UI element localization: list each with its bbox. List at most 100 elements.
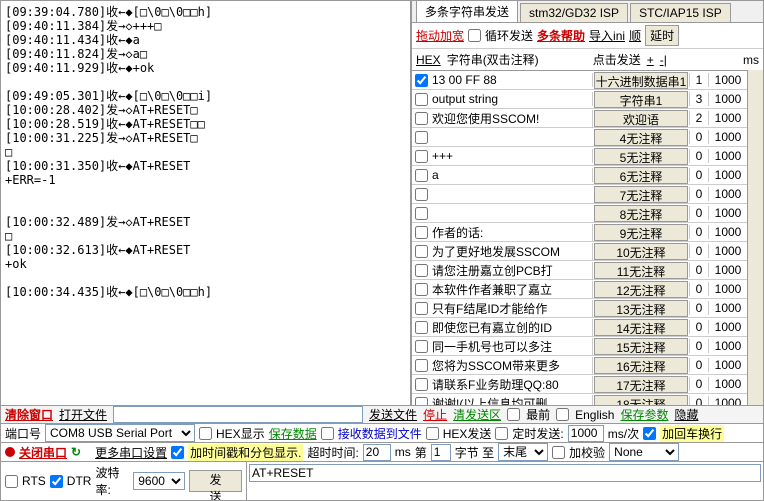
tab-stm32[interactable]: stm32/GD32 ISP: [520, 3, 628, 22]
row-ms[interactable]: 1000: [709, 73, 747, 87]
row-text[interactable]: 即使您已有嘉立创的ID: [430, 319, 593, 336]
command-input[interactable]: [249, 464, 761, 482]
more-settings[interactable]: 更多串口设置: [95, 444, 167, 461]
row-order[interactable]: 0: [689, 339, 709, 353]
send-file[interactable]: 发送文件: [369, 406, 417, 423]
row-order[interactable]: 0: [689, 377, 709, 391]
row-order[interactable]: 0: [689, 396, 709, 405]
row-text[interactable]: 本软件作者兼职了嘉立: [430, 281, 593, 298]
row-text[interactable]: 请联系F业务助理QQ:80: [430, 376, 593, 393]
hexshow-chk[interactable]: [199, 427, 212, 440]
import-ini[interactable]: 导入ini: [589, 27, 625, 44]
end-combo[interactable]: 末尾: [498, 443, 548, 461]
row-ms[interactable]: 1000: [709, 187, 747, 201]
row-order[interactable]: 0: [689, 149, 709, 163]
minus-btn[interactable]: -|: [660, 53, 667, 67]
row-order[interactable]: 2: [689, 111, 709, 125]
row-hex-chk[interactable]: [415, 131, 428, 144]
baud-combo[interactable]: 9600: [133, 472, 185, 490]
row-send-button[interactable]: 4无注释: [594, 129, 688, 146]
recvfile-chk[interactable]: [321, 427, 334, 440]
row-send-button[interactable]: 17无注释: [594, 376, 688, 393]
hide-btn[interactable]: 隐藏: [674, 406, 698, 423]
refresh-icon[interactable]: ↻: [71, 445, 81, 459]
row-ms[interactable]: 1000: [709, 130, 747, 144]
row-hex-chk[interactable]: [415, 207, 428, 220]
row-send-button[interactable]: 欢迎语: [594, 110, 688, 127]
row-ms[interactable]: 1000: [709, 396, 747, 405]
row-send-button[interactable]: 14无注释: [594, 319, 688, 336]
row-order[interactable]: 0: [689, 244, 709, 258]
multi-help[interactable]: 多条帮助: [537, 27, 585, 44]
row-send-button[interactable]: 16无注释: [594, 357, 688, 374]
drag-widen[interactable]: 拖动加宽: [416, 27, 464, 44]
row-text[interactable]: 为了更好地发展SSCOM: [430, 243, 593, 260]
row-order[interactable]: 0: [689, 320, 709, 334]
timestamp-chk[interactable]: [171, 446, 184, 459]
close-port[interactable]: 关闭串口: [19, 444, 67, 461]
row-order[interactable]: 0: [689, 263, 709, 277]
stop-btn[interactable]: 停止: [423, 406, 447, 423]
row-text[interactable]: 请您注册嘉立创PCB打: [430, 262, 593, 279]
row-text[interactable]: output string: [430, 92, 593, 106]
english-chk[interactable]: [556, 408, 569, 421]
row-send-button[interactable]: 7无注释: [594, 186, 688, 203]
crlf-chk[interactable]: [643, 427, 656, 440]
row-ms[interactable]: 1000: [709, 358, 747, 372]
row-ms[interactable]: 1000: [709, 92, 747, 106]
row-hex-chk[interactable]: [415, 321, 428, 334]
row-hex-chk[interactable]: [415, 359, 428, 372]
row-ms[interactable]: 1000: [709, 339, 747, 353]
row-text[interactable]: 欢迎您使用SSCOM!: [430, 110, 593, 127]
row-hex-chk[interactable]: [415, 245, 428, 258]
row-send-button[interactable]: 10无注释: [594, 243, 688, 260]
row-send-button[interactable]: 9无注释: [594, 224, 688, 241]
topmost-chk[interactable]: [507, 408, 520, 421]
row-hex-chk[interactable]: [415, 188, 428, 201]
row-send-button[interactable]: 15无注释: [594, 338, 688, 355]
timedsend-chk[interactable]: [495, 427, 508, 440]
rts-chk[interactable]: [5, 475, 18, 488]
clear-send[interactable]: 清发送区: [453, 406, 501, 423]
clear-window[interactable]: 清除窗口: [5, 406, 53, 423]
row-send-button[interactable]: 5无注释: [594, 148, 688, 165]
row-ms[interactable]: 1000: [709, 377, 747, 391]
save-params[interactable]: 保存参数: [620, 406, 668, 423]
row-order[interactable]: 0: [689, 358, 709, 372]
row-hex-chk[interactable]: [415, 397, 428, 406]
row-hex-chk[interactable]: [415, 340, 428, 353]
row-hex-chk[interactable]: [415, 378, 428, 391]
row-order[interactable]: 0: [689, 130, 709, 144]
row-text[interactable]: 同一手机号也可以多注: [430, 338, 593, 355]
row-ms[interactable]: 1000: [709, 320, 747, 334]
order-label[interactable]: 顺: [629, 27, 641, 44]
row-order[interactable]: 0: [689, 225, 709, 239]
row-text[interactable]: a: [430, 168, 593, 182]
row-ms[interactable]: 1000: [709, 111, 747, 125]
tab-multistring[interactable]: 多条字符串发送: [416, 0, 518, 22]
row-send-button[interactable]: 13无注释: [594, 300, 688, 317]
row-send-button[interactable]: 字符串1: [594, 91, 688, 108]
loop-send-chk[interactable]: [468, 29, 481, 42]
row-ms[interactable]: 1000: [709, 168, 747, 182]
row-send-button[interactable]: 18无注释: [594, 395, 688, 406]
row-hex-chk[interactable]: [415, 93, 428, 106]
row-hex-chk[interactable]: [415, 150, 428, 163]
row-text[interactable]: 只有F结尾ID才能给作: [430, 300, 593, 317]
open-file[interactable]: 打开文件: [59, 406, 107, 423]
row-hex-chk[interactable]: [415, 74, 428, 87]
row-order[interactable]: 0: [689, 301, 709, 315]
row-ms[interactable]: 1000: [709, 301, 747, 315]
row-order[interactable]: 0: [689, 168, 709, 182]
timeout-input[interactable]: [363, 444, 391, 461]
delay-button[interactable]: 延时: [645, 25, 679, 46]
hexsend-chk[interactable]: [426, 427, 439, 440]
row-ms[interactable]: 1000: [709, 225, 747, 239]
row-hex-chk[interactable]: [415, 112, 428, 125]
row-text[interactable]: 您将为SSCOM带来更多: [430, 357, 593, 374]
row-order[interactable]: 0: [689, 282, 709, 296]
row-ms[interactable]: 1000: [709, 206, 747, 220]
row-hex-chk[interactable]: [415, 283, 428, 296]
file-path-input[interactable]: [113, 406, 363, 423]
row-order[interactable]: 0: [689, 206, 709, 220]
